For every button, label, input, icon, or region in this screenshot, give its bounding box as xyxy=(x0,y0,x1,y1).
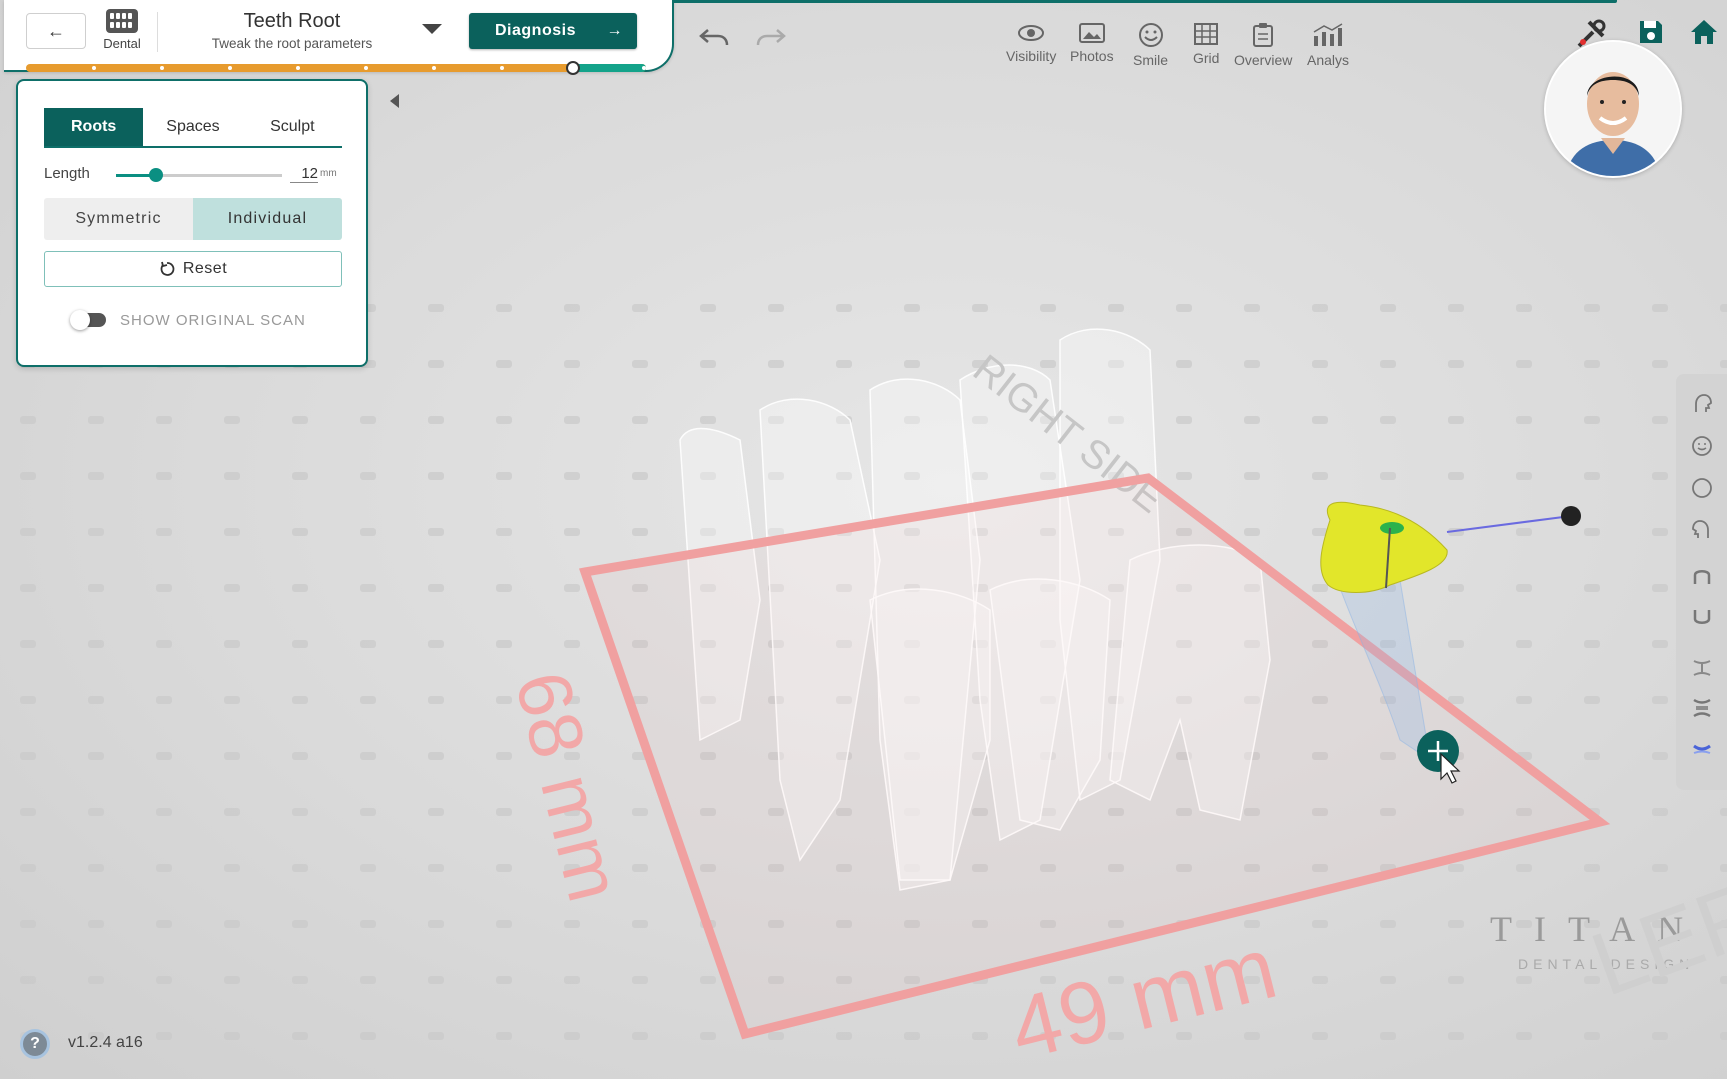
individual-option[interactable]: Individual xyxy=(193,198,342,240)
step-dropdown-icon[interactable] xyxy=(422,24,442,34)
reset-label: Reset xyxy=(182,260,228,277)
home-icon[interactable] xyxy=(1689,18,1719,46)
progress-done xyxy=(571,64,646,72)
photo-icon xyxy=(1078,23,1105,43)
workflow-header: ← Dental Teeth Root Tweak the root param… xyxy=(4,0,674,75)
overview-label: Overview xyxy=(1234,52,1293,68)
roots-panel: Roots Spaces Sculpt Length 12 mm Symmetr… xyxy=(16,79,368,367)
arrow-left-icon: ← xyxy=(47,20,65,41)
upper-arch-icon[interactable] xyxy=(1690,564,1714,588)
length-slider[interactable] xyxy=(116,168,282,182)
visibility-label: Visibility xyxy=(1006,48,1057,64)
overview-button[interactable]: Overview xyxy=(1234,22,1292,68)
photos-label: Photos xyxy=(1070,48,1114,64)
lower-arch-icon[interactable] xyxy=(1690,606,1714,630)
visibility-button[interactable]: Visibility xyxy=(1006,22,1056,64)
tab-sculpt[interactable]: Sculpt xyxy=(243,108,342,146)
view-toolbar xyxy=(1676,374,1727,790)
symmetric-option[interactable]: Symmetric xyxy=(44,198,193,240)
circle-view-icon[interactable] xyxy=(1690,476,1714,500)
undo-icon[interactable] xyxy=(698,26,730,48)
next-step-button[interactable]: Diagnosis → xyxy=(469,13,637,49)
progress-step[interactable] xyxy=(160,66,164,70)
collapse-panel-icon[interactable] xyxy=(390,94,399,108)
analysis-label: Analys xyxy=(1307,52,1350,68)
photos-button[interactable]: Photos xyxy=(1070,22,1114,64)
smile-button[interactable]: Smile xyxy=(1133,22,1168,68)
length-label: Length xyxy=(44,165,90,182)
reset-icon xyxy=(160,261,175,276)
dental-button[interactable]: Dental xyxy=(96,6,148,51)
grid-icon xyxy=(1194,23,1219,45)
progress-step[interactable] xyxy=(364,66,368,70)
step-title: Teeth Root xyxy=(243,10,341,32)
head-side-right-icon[interactable] xyxy=(1690,518,1714,542)
redo-icon[interactable] xyxy=(755,26,787,48)
analysis-button[interactable]: Analys xyxy=(1307,22,1349,68)
length-value[interactable]: 12 xyxy=(290,165,318,183)
header-border xyxy=(672,0,1617,3)
back-button[interactable]: ← xyxy=(26,13,86,49)
progress-step[interactable] xyxy=(500,66,504,70)
progress-step[interactable] xyxy=(642,66,646,70)
grid-button[interactable]: Grid xyxy=(1193,22,1219,66)
workflow-progress[interactable] xyxy=(26,61,646,75)
doctor-portrait xyxy=(1546,42,1680,176)
root-axis-handle[interactable] xyxy=(1561,506,1581,526)
grid-label: Grid xyxy=(1193,50,1220,66)
both-jaws-icon[interactable] xyxy=(1690,696,1714,720)
dental-label: Dental xyxy=(103,36,141,51)
lower-jaw-icon[interactable] xyxy=(1690,738,1714,762)
face-front-icon[interactable] xyxy=(1690,434,1714,458)
mode-toggle: Symmetric Individual xyxy=(44,198,342,240)
head-side-icon[interactable] xyxy=(1690,392,1714,416)
clipboard-icon xyxy=(1253,23,1274,47)
reset-button[interactable]: Reset xyxy=(44,251,342,287)
toggle-knob xyxy=(70,310,90,330)
eye-icon xyxy=(1018,25,1045,41)
avatar[interactable] xyxy=(1544,40,1682,178)
show-original-label: SHOW ORIGINAL SCAN xyxy=(120,312,306,329)
progress-step[interactable] xyxy=(228,66,232,70)
progress-step[interactable] xyxy=(432,66,436,70)
tab-roots[interactable]: Roots xyxy=(44,108,144,146)
length-unit: mm xyxy=(320,168,337,179)
length-slider-handle[interactable] xyxy=(148,168,163,182)
step-subtitle: Tweak the root parameters xyxy=(211,36,373,51)
save-icon[interactable] xyxy=(1637,18,1665,46)
dental-chart-icon xyxy=(106,9,138,33)
arrow-right-icon: → xyxy=(606,22,623,39)
smile-label: Smile xyxy=(1133,52,1169,68)
question-icon: ? xyxy=(30,1035,40,1052)
show-original-toggle[interactable] xyxy=(70,310,106,330)
panel-tabs: Roots Spaces Sculpt xyxy=(44,108,342,148)
tab-spaces[interactable]: Spaces xyxy=(143,108,242,146)
progress-current-step[interactable] xyxy=(566,61,580,75)
progress-step[interactable] xyxy=(296,66,300,70)
divider xyxy=(157,12,158,52)
next-step-label: Diagnosis xyxy=(495,22,576,39)
upper-jaw-icon[interactable] xyxy=(1690,656,1714,680)
progress-step[interactable] xyxy=(92,66,96,70)
version-label: v1.2.4 a16 xyxy=(68,1034,143,1051)
smile-icon xyxy=(1138,23,1163,47)
help-button[interactable]: ? xyxy=(20,1029,50,1059)
chart-icon xyxy=(1313,23,1343,46)
